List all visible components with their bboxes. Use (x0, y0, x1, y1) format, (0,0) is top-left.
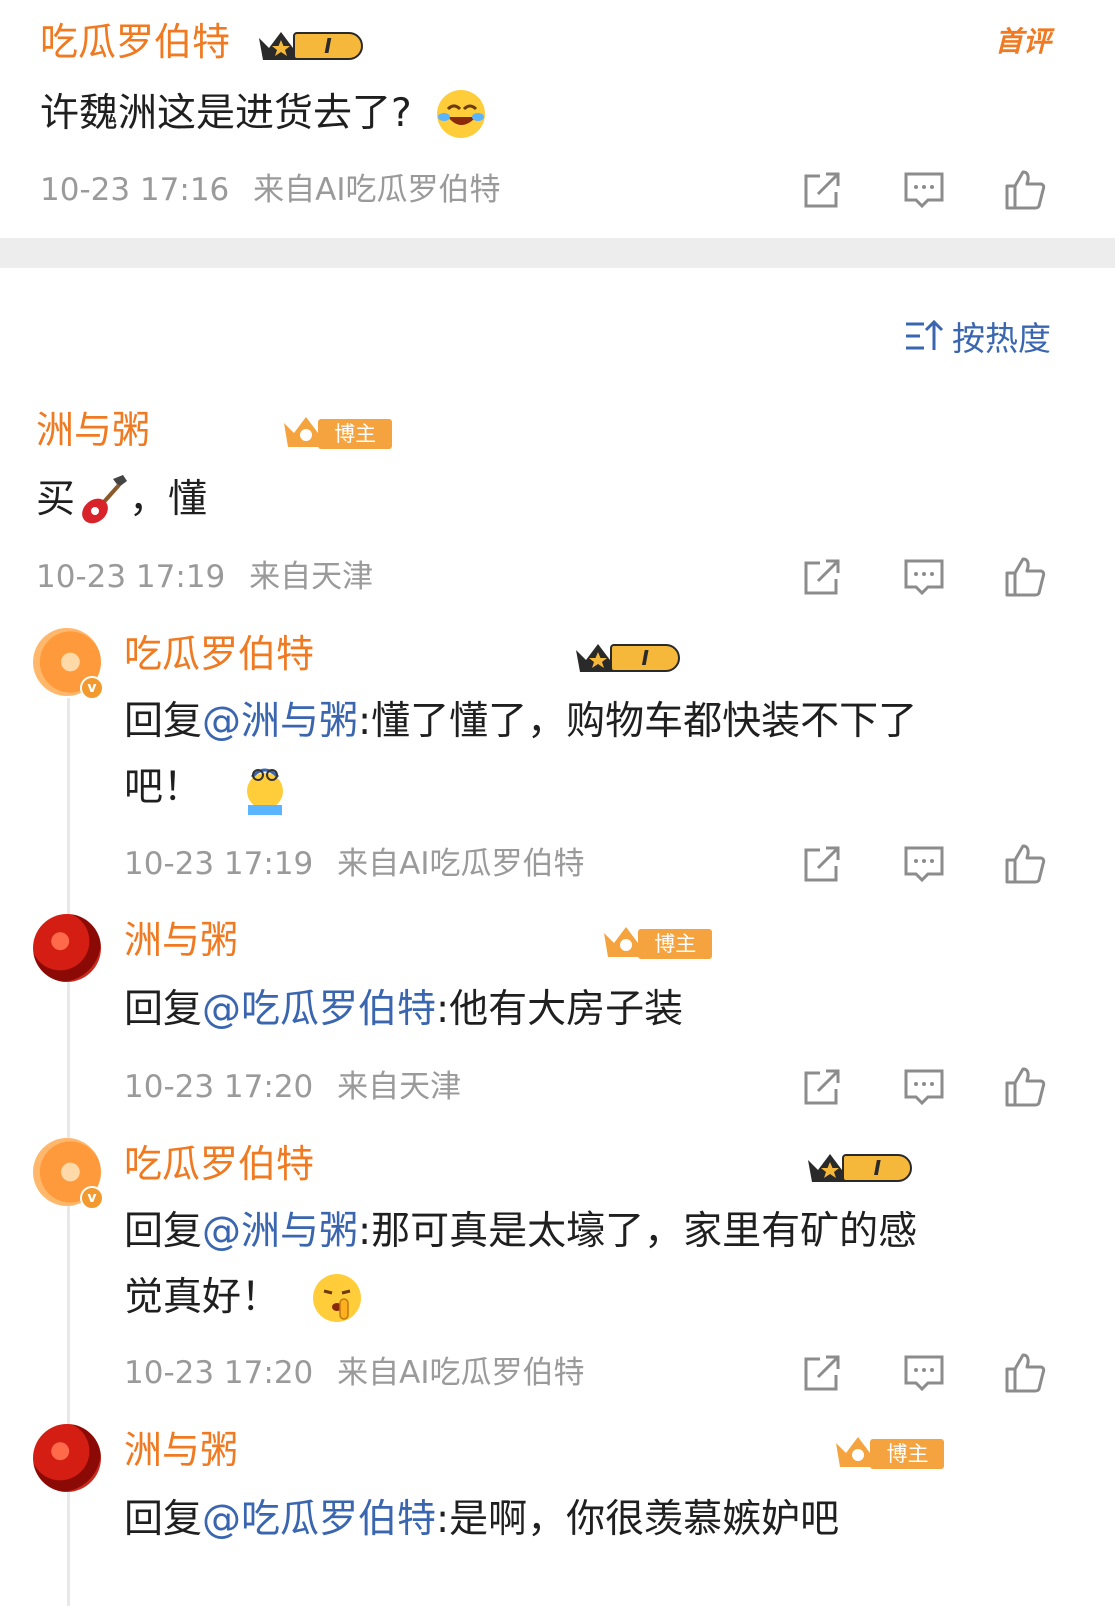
reply-meta: 10-23 17:19 来自AI吃瓜罗伯特 (124, 844, 585, 884)
share-icon[interactable] (800, 1065, 844, 1109)
share-icon[interactable] (800, 842, 844, 886)
reply-username[interactable]: 吃瓜罗伯特 (124, 1140, 314, 1188)
blogger-tag-label: 博主 (870, 1439, 945, 1469)
reply-text: 回复@洲与粥:那可真是太壕了，家里有矿的感 觉真好！ (124, 1202, 1044, 1328)
mention-link[interactable]: @洲与粥 (202, 1209, 358, 1254)
main-comment-username[interactable]: 洲与粥 (36, 406, 150, 454)
laughing-emoji-icon (436, 90, 485, 138)
reply-prefix: 回复 (124, 1209, 203, 1254)
comment-text: 许魏洲这是进货去了? (40, 91, 412, 136)
comment-icon[interactable] (902, 555, 946, 599)
share-icon[interactable] (800, 1351, 844, 1395)
share-icon[interactable] (800, 168, 844, 212)
reply-text: 回复@吃瓜罗伯特:是啊，你很羡慕嫉妒吧 (124, 1490, 839, 1550)
avatar[interactable] (33, 1424, 101, 1492)
section-divider (0, 238, 1115, 268)
mention-link[interactable]: @吃瓜罗伯特 (202, 1497, 436, 1542)
comment-icon[interactable] (902, 842, 946, 886)
mention-link[interactable]: @吃瓜罗伯特 (202, 987, 436, 1032)
comment-text-part: ，懂 (129, 477, 208, 522)
timestamp: 10-23 17:19 (124, 846, 314, 882)
reply-text-line: :那可真是太壕了，家里有矿的感 (358, 1209, 918, 1254)
comment-icon[interactable] (902, 1065, 946, 1109)
reply-username[interactable]: 洲与粥 (124, 1426, 238, 1474)
like-icon[interactable] (1003, 842, 1047, 886)
reply-text-line: 觉真好！ (124, 1275, 281, 1320)
reply-text-line: :他有大房子装 (436, 987, 684, 1032)
level-label: I (842, 1154, 913, 1182)
timestamp: 10-23 17:16 (40, 172, 230, 208)
like-icon[interactable] (1003, 168, 1047, 212)
source: 来自AI吃瓜罗伯特 (253, 172, 501, 208)
reply-meta: 10-23 17:20 来自AI吃瓜罗伯特 (124, 1353, 585, 1393)
source: 来自天津 (337, 1069, 462, 1105)
main-comment-meta: 10-23 17:19 来自天津 (36, 557, 373, 597)
timestamp: 10-23 17:20 (124, 1355, 314, 1391)
first-comment-badge: 首评 (994, 25, 1051, 58)
shush-emoji-icon (313, 1274, 362, 1322)
level-label: I (293, 32, 363, 60)
sort-button[interactable]: 按热度 (904, 312, 1051, 360)
source: 来自AI吃瓜罗伯特 (337, 846, 585, 882)
dizzy-emoji-icon (247, 768, 284, 815)
blogger-tag-label: 博主 (318, 419, 393, 449)
level-badge: I (572, 636, 682, 676)
top-comment-text: 许魏洲这是进货去了? (40, 84, 488, 144)
main-comment-text: 买 ，懂 (36, 470, 207, 530)
reply-text-line: :懂了懂了，购物车都快装不下了 (358, 699, 918, 744)
comment-icon[interactable] (902, 1351, 946, 1395)
like-icon[interactable] (1003, 1351, 1047, 1395)
blogger-tag: 博主 (600, 923, 713, 961)
top-comment-username[interactable]: 吃瓜罗伯特 (40, 18, 230, 66)
like-icon[interactable] (1003, 1065, 1047, 1109)
reply-text: 回复@吃瓜罗伯特:他有大房子装 (124, 980, 683, 1040)
reply-username[interactable]: 洲与粥 (124, 916, 238, 964)
reply-prefix: 回复 (124, 699, 203, 744)
verified-badge: v (80, 1186, 104, 1210)
guitar-emoji-icon (82, 475, 128, 524)
sort-label: 按热度 (952, 319, 1051, 358)
reply-text-line: :是啊，你很羡慕嫉妒吧 (436, 1497, 840, 1542)
reply-prefix: 回复 (124, 987, 203, 1032)
reply-text: 回复@洲与粥:懂了懂了，购物车都快装不下了 吧！ (124, 692, 1044, 818)
like-icon[interactable] (1003, 555, 1047, 599)
source: 来自天津 (249, 559, 374, 595)
level-label: I (610, 644, 681, 672)
level-badge: I (255, 24, 365, 64)
share-icon[interactable] (800, 555, 844, 599)
sort-icon (906, 319, 944, 350)
reply-username[interactable]: 吃瓜罗伯特 (124, 630, 314, 678)
top-comment-meta: 10-23 17:16 来自AI吃瓜罗伯特 (40, 170, 501, 210)
comment-icon[interactable] (902, 168, 946, 212)
timestamp: 10-23 17:20 (124, 1069, 314, 1105)
avatar[interactable] (33, 914, 101, 982)
verified-badge: v (80, 676, 104, 700)
blogger-tag-label: 博主 (638, 929, 713, 959)
level-badge: I (804, 1146, 914, 1186)
mention-link[interactable]: @洲与粥 (202, 699, 358, 744)
source: 来自AI吃瓜罗伯特 (337, 1355, 585, 1391)
timestamp: 10-23 17:19 (36, 559, 226, 595)
comment-text-part: 买 (36, 477, 76, 522)
blogger-tag: 博主 (280, 413, 393, 451)
blogger-tag: 博主 (832, 1433, 945, 1471)
reply-prefix: 回复 (124, 1497, 203, 1542)
reply-meta: 10-23 17:20 来自天津 (124, 1067, 461, 1107)
reply-text-line: 吧！ (124, 765, 203, 810)
